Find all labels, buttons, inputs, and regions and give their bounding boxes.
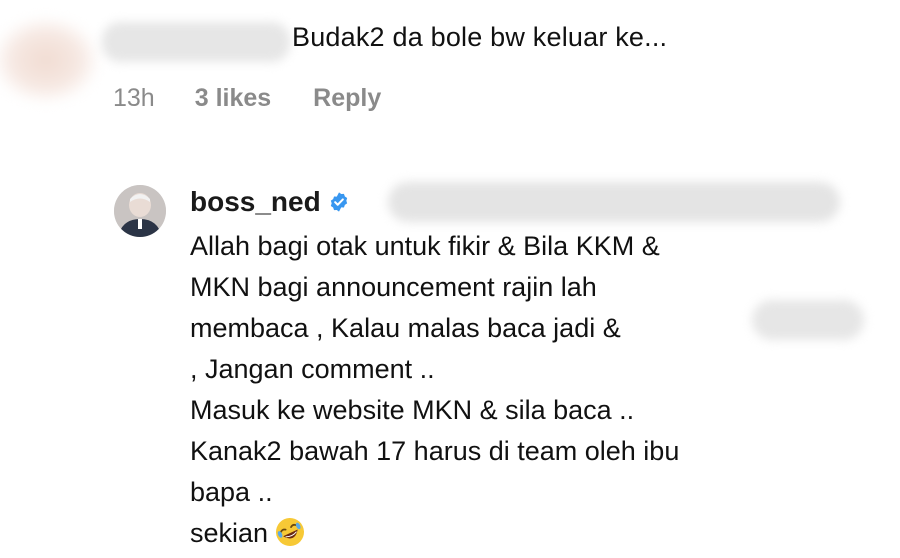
- comment-thread: Budak2 da bole bw keluar ke... 13h 3 lik…: [0, 0, 900, 558]
- avatar-photo-icon: [114, 185, 166, 237]
- reply-line: Kanak2 bawah 17 harus di team oleh ibu: [190, 436, 680, 466]
- reply-line: bapa ..: [190, 477, 273, 507]
- reply-line: , Jangan comment ..: [190, 354, 435, 384]
- comment-meta: 13h 3 likes Reply: [113, 84, 381, 113]
- reply-line-last: sekian: [190, 513, 880, 554]
- verified-badge-icon: [330, 192, 347, 212]
- commenter-avatar-blurred[interactable]: [0, 18, 98, 102]
- comment-time: 13h: [113, 84, 155, 112]
- comment-likes[interactable]: 3 likes: [195, 84, 271, 113]
- redacted-reply-mention: [388, 182, 840, 222]
- redacted-inline-text: [752, 300, 864, 340]
- reply-header: boss_ned: [190, 186, 350, 218]
- comment-text: Budak2 da bole bw keluar ke...: [292, 22, 668, 52]
- reply-avatar[interactable]: [114, 185, 166, 237]
- reply-line: Masuk ke website MKN & sila baca ..: [190, 395, 635, 425]
- reply-button[interactable]: Reply: [313, 84, 381, 113]
- redacted-commenter-name: [102, 22, 290, 62]
- reply-line-signoff: sekian: [190, 518, 269, 548]
- rofl-emoji-icon: [276, 518, 305, 546]
- reply-line: Allah bagi otak untuk fikir & Bila KKM &: [190, 231, 660, 261]
- reply-text: Allah bagi otak untuk fikir & Bila KKM &…: [190, 226, 880, 554]
- reply-username[interactable]: boss_ned: [190, 186, 321, 218]
